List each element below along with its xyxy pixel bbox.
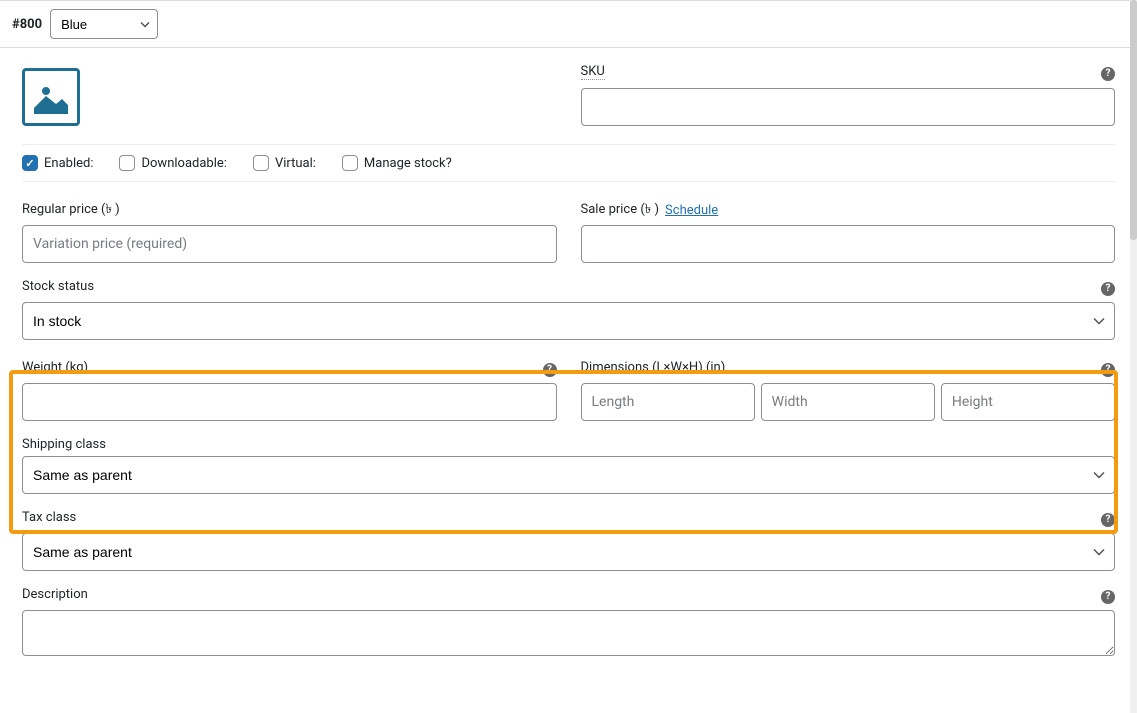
dimensions-label: Dimensions (L×W×H) (in) <box>581 360 726 375</box>
regular-price-label: Regular price (৳ ) <box>22 200 557 221</box>
regular-price-input[interactable] <box>22 225 557 263</box>
weight-label: Weight (kg) <box>22 360 88 375</box>
help-icon[interactable]: ? <box>1101 590 1115 604</box>
enabled-checkbox[interactable] <box>22 155 38 171</box>
manage-stock-label: Manage stock? <box>364 156 452 171</box>
tax-class-label: Tax class <box>22 510 76 525</box>
virtual-label: Virtual: <box>275 156 316 171</box>
help-icon[interactable]: ? <box>1101 513 1115 527</box>
virtual-checkbox[interactable] <box>253 155 269 171</box>
sku-label: SKU <box>581 64 605 80</box>
sku-input[interactable] <box>581 88 1116 126</box>
help-icon[interactable]: ? <box>543 363 557 377</box>
stock-status-select[interactable]: In stock <box>22 302 1115 340</box>
checkbox-row: Enabled: Downloadable: Virtual: Manage s… <box>22 144 1115 182</box>
weight-input[interactable] <box>22 383 557 421</box>
schedule-link[interactable]: Schedule <box>665 203 718 218</box>
manage-stock-checkbox[interactable] <box>342 155 358 171</box>
attribute-select[interactable]: Blue <box>50 9 158 39</box>
downloadable-checkbox[interactable] <box>119 155 135 171</box>
variation-image-placeholder[interactable] <box>22 68 80 126</box>
sale-price-input[interactable] <box>581 225 1116 263</box>
description-label: Description <box>22 587 88 602</box>
sale-price-label: Sale price (৳ ) Schedule <box>581 200 1116 221</box>
help-icon[interactable]: ? <box>1101 363 1115 377</box>
shipping-class-label: Shipping class <box>22 437 1115 452</box>
variation-header: #800 Blue <box>0 0 1137 48</box>
tax-class-select[interactable]: Same as parent <box>22 533 1115 571</box>
help-icon[interactable]: ? <box>1101 282 1115 296</box>
shipping-class-select[interactable]: Same as parent <box>22 456 1115 494</box>
scrollbar[interactable] <box>1130 0 1137 713</box>
height-input[interactable] <box>941 383 1115 421</box>
description-textarea[interactable] <box>22 610 1115 656</box>
scrollbar-thumb[interactable] <box>1130 0 1137 240</box>
length-input[interactable] <box>581 383 755 421</box>
variation-id: #800 <box>12 17 42 32</box>
stock-status-label: Stock status <box>22 279 94 294</box>
width-input[interactable] <box>761 383 935 421</box>
enabled-label: Enabled: <box>44 156 93 171</box>
downloadable-label: Downloadable: <box>141 156 226 171</box>
help-icon[interactable]: ? <box>1101 67 1115 81</box>
